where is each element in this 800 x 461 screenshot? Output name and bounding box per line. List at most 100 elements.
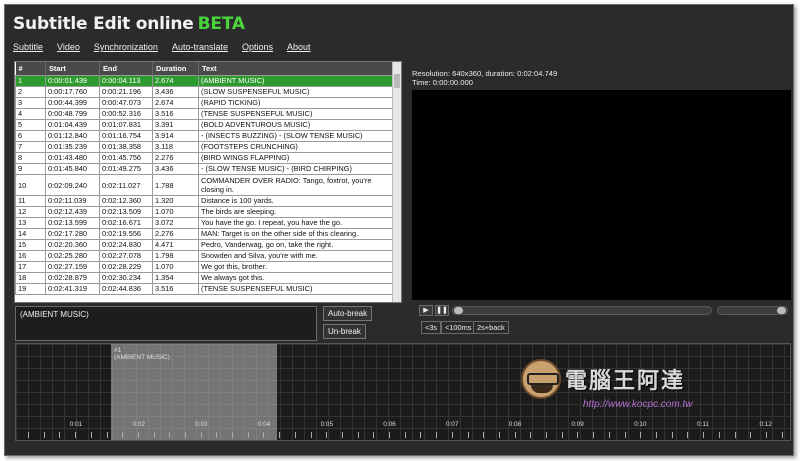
skip-back-100ms-button[interactable]: <100ms: [441, 321, 476, 334]
menu-auto-translate[interactable]: Auto-translate: [172, 42, 228, 52]
cell-end: 0:00:47.073: [99, 97, 153, 109]
col-header-end[interactable]: End: [99, 62, 153, 76]
table-row[interactable]: 8 0:01:43.480 0:01:45.756 2.276 (BIRD WINGS …: [15, 152, 393, 164]
timeline-tick-label: 0:05: [320, 421, 334, 428]
cell-duration: 3.391: [152, 119, 199, 131]
seek-knob[interactable]: [454, 307, 463, 314]
menu-video[interactable]: Video: [57, 42, 80, 52]
table-row[interactable]: 12 0:02:12.439 0:02:13.509 1.070 The birds a…: [15, 206, 393, 218]
timeline-tick: [389, 432, 390, 438]
table-row[interactable]: 3 0:00:44.399 0:00:47.073 2.674 (RAPID TICKI…: [15, 97, 393, 109]
table-row[interactable]: 16 0:02:25.280 0:02:27.078 1.798 Snowden and…: [15, 250, 393, 262]
table-row[interactable]: 5 0:01:04.439 0:01:07.831 3.391 (BOLD ADVENT…: [15, 119, 393, 131]
watermark-text: 電腦王阿達: [565, 369, 686, 394]
cell-text: - (INSECTS BUZZING) - (SLOW TENSE MUSIC): [198, 130, 393, 142]
cell-text: (TENSE SUSPENSEFUL MUSIC): [198, 108, 393, 120]
cell-duration: 3.072: [152, 217, 199, 229]
cell-text: (FOOTSTEPS CRUNCHING): [198, 141, 393, 153]
subtitle-grid[interactable]: # Start End Duration Text 1 0:00:01.439 0:…: [14, 61, 402, 303]
table-row[interactable]: 6 0:01:12.840 0:01:16.754 3.914- (INSECTS B…: [15, 130, 393, 142]
cell-number: 2: [15, 86, 46, 98]
timeline-tick: [703, 432, 704, 438]
volume-knob[interactable]: [777, 307, 786, 314]
pause-button[interactable]: ❚❚: [435, 305, 449, 316]
timeline-tick: [405, 432, 406, 438]
volume-slider[interactable]: [717, 306, 788, 315]
timeline-tick: [122, 432, 123, 438]
menu-options[interactable]: Options: [242, 42, 273, 52]
menu-synchronization[interactable]: Synchronization: [94, 42, 158, 52]
cell-end: 0:02:13.509: [99, 206, 153, 218]
app-title: Subtitle Edit online BETA: [13, 14, 245, 34]
table-row[interactable]: 17 0:02:27.159 0:02:28.229 1.070 We got this…: [15, 261, 393, 273]
col-header-text[interactable]: Text: [198, 62, 393, 76]
menu-subtitle[interactable]: Subtitle: [13, 42, 43, 52]
table-row[interactable]: 1 0:00:01.439 0:00:04.113 2.674 (AMBIENT MUS…: [15, 75, 393, 87]
timeline-tick: [107, 432, 108, 438]
table-row[interactable]: 19 0:02:41.319 0:02:44.836 3.516 (TENSE SUSP…: [15, 283, 393, 295]
un-break-button[interactable]: Un-break: [323, 324, 366, 339]
menu-about[interactable]: About: [287, 42, 311, 52]
seek-bar[interactable]: [452, 306, 712, 315]
table-row[interactable]: 4 0:00:48.799 0:00:52.316 3.516 (TENSE SUSPE…: [15, 108, 393, 120]
cell-duration: 2.674: [152, 75, 199, 87]
cell-end: 0:01:16.754: [99, 130, 153, 142]
table-row[interactable]: 10 0:02:09.240 0:02:11.027 1.788 COMMANDER O…: [15, 174, 393, 196]
cell-start: 0:02:41.319: [45, 283, 100, 295]
table-row[interactable]: 14 0:02:17.280 0:02:19.556 2.276 MAN: Target…: [15, 228, 393, 240]
video-info: Resolution: 640x360, duration: 0:02:04.7…: [412, 69, 557, 88]
cell-text: (BOLD ADVENTUROUS MUSIC): [198, 119, 393, 131]
timeline-tick: [201, 432, 202, 438]
table-row[interactable]: 2 0:00:17.760 0:00:21.196 3.436 (SLOW SUSPEN…: [15, 86, 393, 98]
subtitle-text-editor[interactable]: (AMBIENT MUSIC): [15, 306, 317, 341]
timeline-tick: [562, 432, 563, 438]
grid-scrollbar[interactable]: [392, 62, 401, 302]
timeline-tick: [640, 432, 641, 438]
timeline-tick: [420, 432, 421, 438]
col-header-number[interactable]: #: [15, 62, 46, 76]
col-header-duration[interactable]: Duration: [152, 62, 199, 76]
skip-2s-back-button[interactable]: 2s+back: [473, 321, 509, 334]
table-row[interactable]: 11 0:02:11.039 0:02:12.360 1.320 Distance is…: [15, 195, 393, 207]
cell-end: 0:00:21.196: [99, 86, 153, 98]
table-row[interactable]: 7 0:01:35.239 0:01:38.358 3.118 (FOOTSTEPS C…: [15, 141, 393, 153]
cell-number: 11: [15, 195, 46, 207]
table-row[interactable]: 13 0:02:13.599 0:02:16.671 3.072 You have th…: [15, 217, 393, 229]
cell-start: 0:01:43.480: [45, 152, 100, 164]
cell-end: 0:02:28.229: [99, 261, 153, 273]
col-header-start[interactable]: Start: [45, 62, 100, 76]
timeline-tick: [515, 432, 516, 438]
timeline-tick: [185, 432, 186, 438]
video-player[interactable]: [412, 90, 791, 300]
skip-back-3s-button[interactable]: <3s: [421, 321, 442, 334]
cell-end: 0:02:19.556: [99, 228, 153, 240]
cell-number: 16: [15, 250, 46, 262]
cell-start: 0:02:13.599: [45, 217, 100, 229]
cell-text: We got this, brother.: [198, 261, 393, 273]
timeline-tick-label: 0:08: [508, 421, 522, 428]
cell-duration: 2.674: [152, 97, 199, 109]
play-icon: ▶: [423, 307, 429, 314]
timeline-tick: [436, 432, 437, 438]
timeline-tick: [232, 432, 233, 438]
timeline-tick: [782, 432, 783, 438]
table-row[interactable]: 15 0:02:20.360 0:02:24.830 4.471 Pedro, Vand…: [15, 239, 393, 251]
timeline-tick-label: 0:10: [634, 421, 647, 428]
timeline-tick: [91, 432, 92, 438]
watermark-url: http://www.kocpc.com.tw: [583, 399, 693, 410]
pause-icon: ❚❚: [436, 307, 448, 314]
table-row[interactable]: 18 0:02:28.879 0:02:30.234 1.354 We always g…: [15, 272, 393, 284]
play-button[interactable]: ▶: [419, 305, 433, 316]
table-row[interactable]: 9 0:01:45.840 0:01:49.275 3.436- (SLOW TENS…: [15, 163, 393, 175]
cell-text: MAN: Target is on the other side of this…: [198, 228, 393, 240]
cell-duration: 1.070: [152, 206, 199, 218]
auto-break-button[interactable]: Auto-break: [323, 306, 373, 321]
grid-scrollbar-thumb[interactable]: [394, 74, 400, 88]
cell-number: 7: [15, 141, 46, 153]
cell-duration: 3.914: [152, 130, 199, 142]
cell-number: 19: [15, 283, 46, 295]
cell-number: 10: [15, 174, 46, 196]
cell-text: Snowden and Silva, you're with me.: [198, 250, 393, 262]
timeline-tick: [326, 432, 327, 438]
timeline-tick: [311, 432, 312, 438]
